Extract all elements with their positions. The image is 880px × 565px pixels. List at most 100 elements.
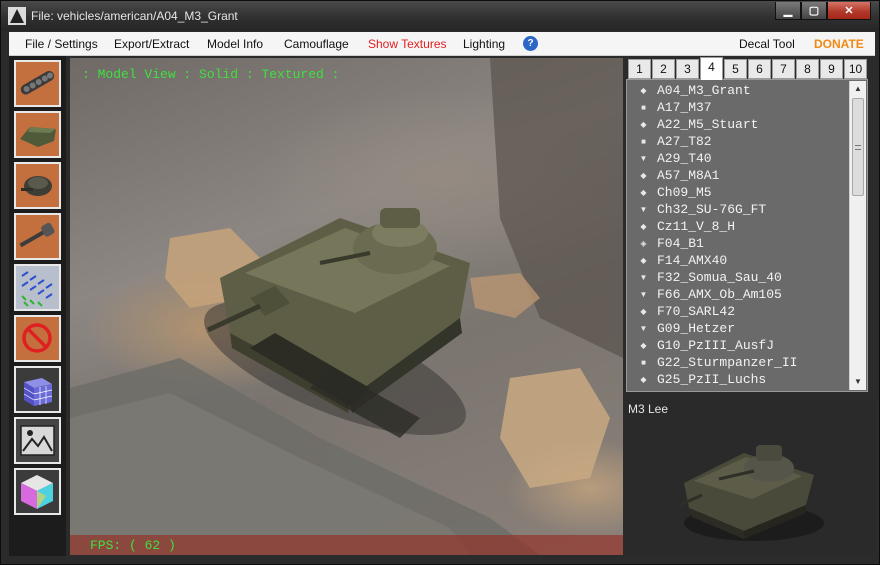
menu-camouflage[interactable]: Camouflage xyxy=(284,37,349,51)
vehicle-list-item[interactable]: ◆ Ch09_M5 xyxy=(627,184,847,201)
tier-tabs: 1 2 3 4 5 6 7 8 9 10 xyxy=(628,57,868,80)
vehicle-name: F66_AMX_Ob_Am105 xyxy=(657,287,782,302)
tab-tier-8[interactable]: 8 xyxy=(796,59,819,79)
vehicle-list-item[interactable]: ▼ G09_Hetzer xyxy=(627,320,847,337)
tool-hull-button[interactable] xyxy=(14,111,61,158)
striped-diamond-icon: ◈ xyxy=(640,239,647,248)
menu-export-extract[interactable]: Export/Extract xyxy=(114,37,189,51)
vehicle-list-item[interactable]: ▼ Ch32_SU-76G_FT xyxy=(627,201,847,218)
vehicle-list-item[interactable]: ◈ F04_B1 xyxy=(627,235,847,252)
tool-image-button[interactable] xyxy=(14,417,61,464)
viewport-mode-label: : Model View : Solid : Textured : xyxy=(82,67,340,82)
scroll-grip-icon xyxy=(855,145,861,150)
vehicle-list-item[interactable]: ◆ A04_M3_Grant xyxy=(627,82,847,99)
menu-model-info[interactable]: Model Info xyxy=(207,37,263,51)
vehicle-list-item[interactable]: ◆ F70_SARL42 xyxy=(627,303,847,320)
triangle-down-icon: ▼ xyxy=(639,273,648,282)
vehicle-name: G09_Hetzer xyxy=(657,321,736,336)
scroll-up-icon[interactable]: ▲ xyxy=(850,81,866,97)
close-button[interactable]: ✕ xyxy=(827,2,871,20)
left-toolbar xyxy=(9,56,66,556)
vehicle-name: G10_PzIII_AusfJ xyxy=(657,338,775,353)
tank-preview-image xyxy=(679,445,824,541)
vehicle-list-item[interactable]: ■ A27_T82 xyxy=(627,133,847,150)
tool-gun-button[interactable] xyxy=(14,213,61,260)
vehicle-list-scrollbar[interactable]: ▲ ▼ xyxy=(849,81,866,390)
close-icon: ✕ xyxy=(844,5,854,17)
vehicle-list-item[interactable]: ◆ A57_M8A1 xyxy=(627,167,847,184)
tab-tier-5[interactable]: 5 xyxy=(724,59,747,79)
color-cube-icon xyxy=(16,470,59,513)
triangle-down-icon: ▼ xyxy=(639,154,648,163)
turret-icon xyxy=(16,164,59,207)
vehicle-name: F70_SARL42 xyxy=(657,304,736,319)
tab-tier-10[interactable]: 10 xyxy=(844,59,867,79)
title-bar: File: vehicles/american/A04_M3_Grant ▁ ▢… xyxy=(1,1,879,31)
donate-button[interactable]: DONATE xyxy=(814,37,864,51)
square-icon: ■ xyxy=(641,103,646,112)
window-controls: ▁ ▢ ✕ xyxy=(775,2,871,22)
vehicle-list-item[interactable]: ◆ A22_M5_Stuart xyxy=(627,116,847,133)
vehicle-list[interactable]: ◆ A04_M3_Grant ■ A17_M37 ◆ A22_M5_Stuart ■ A27_… xyxy=(626,79,868,392)
vehicle-name: A22_M5_Stuart xyxy=(657,117,759,132)
hull-icon xyxy=(16,113,59,156)
menu-lighting[interactable]: Lighting xyxy=(463,37,505,51)
tool-cube-grid-button[interactable] xyxy=(14,366,61,413)
gun-icon xyxy=(16,215,59,258)
diamond-icon: ◆ xyxy=(640,256,647,265)
tracks-icon xyxy=(16,62,59,105)
scroll-down-icon[interactable]: ▼ xyxy=(850,374,866,390)
vehicle-name: G22_Sturmpanzer_II xyxy=(657,355,798,370)
vehicle-list-item[interactable]: ■ G22_Sturmpanzer_II xyxy=(627,354,847,371)
tab-tier-1[interactable]: 1 xyxy=(628,59,651,79)
preview-vehicle-name: M3 Lee xyxy=(628,402,669,416)
cube-grid-icon xyxy=(16,368,59,411)
tool-collision-toggle-button[interactable] xyxy=(14,315,61,362)
menu-decal-tool[interactable]: Decal Tool xyxy=(739,37,795,51)
no-collision-icon xyxy=(16,317,59,360)
help-icon[interactable]: ? xyxy=(523,36,538,51)
vehicle-preview: M3 Lee xyxy=(624,399,876,555)
vehicle-list-item[interactable]: ◆ F14_AMX40 xyxy=(627,252,847,269)
tab-tier-2[interactable]: 2 xyxy=(652,59,675,79)
tool-tracks-button[interactable] xyxy=(14,60,61,107)
diamond-icon: ◆ xyxy=(640,171,647,180)
square-icon: ■ xyxy=(641,137,646,146)
tab-tier-6[interactable]: 6 xyxy=(748,59,771,79)
vehicle-name: A27_T82 xyxy=(657,134,712,149)
vehicle-name: F32_Somua_Sau_40 xyxy=(657,270,782,285)
diamond-small-icon: ◆ xyxy=(640,86,647,95)
menu-show-textures[interactable]: Show Textures xyxy=(368,37,447,51)
image-icon xyxy=(16,419,59,462)
tab-tier-4[interactable]: 4 xyxy=(700,57,723,80)
tab-tier-7[interactable]: 7 xyxy=(772,59,795,79)
vehicle-list-item[interactable]: ▼ A29_T40 xyxy=(627,150,847,167)
tab-tier-3[interactable]: 3 xyxy=(676,59,699,79)
diamond-small-icon: ◆ xyxy=(640,222,647,231)
fps-bar: FPS: ( 62 ) xyxy=(70,535,623,555)
tab-tier-9[interactable]: 9 xyxy=(820,59,843,79)
tool-color-cube-button[interactable] xyxy=(14,468,61,515)
vehicle-list-item[interactable]: ◆ Cz11_V_8_H xyxy=(627,218,847,235)
diamond-small-icon: ◆ xyxy=(640,120,647,129)
vehicle-list-item[interactable]: ◆ G10_PzIII_AusfJ xyxy=(627,337,847,354)
vehicle-name: Cz11_V_8_H xyxy=(657,219,736,234)
maximize-button[interactable]: ▢ xyxy=(801,2,827,20)
fps-counter: FPS: ( 62 ) xyxy=(90,538,176,553)
vehicle-list-item[interactable]: ▼ F66_AMX_Ob_Am105 xyxy=(627,286,847,303)
model-viewport[interactable]: : Model View : Solid : Textured : FPS: (… xyxy=(70,58,623,555)
vehicle-name: F04_B1 xyxy=(657,236,704,251)
tool-turret-button[interactable] xyxy=(14,162,61,209)
triangle-down-icon: ▼ xyxy=(639,205,648,214)
scroll-thumb[interactable] xyxy=(852,98,864,196)
vehicle-list-item[interactable]: ■ A17_M37 xyxy=(627,99,847,116)
vehicle-name: A04_M3_Grant xyxy=(657,83,751,98)
menu-file-settings[interactable]: File / Settings xyxy=(25,37,98,51)
vehicle-list-item[interactable]: ◆ G25_PzII_Luchs xyxy=(627,371,847,388)
tool-normals-button[interactable] xyxy=(14,264,61,311)
minimize-icon: ▁ xyxy=(783,5,793,17)
menu-bar: File / Settings Export/Extract Model Inf… xyxy=(9,32,875,56)
minimize-button[interactable]: ▁ xyxy=(775,2,801,20)
vehicle-name: G25_PzII_Luchs xyxy=(657,372,767,387)
vehicle-list-item[interactable]: ▼ F32_Somua_Sau_40 xyxy=(627,269,847,286)
